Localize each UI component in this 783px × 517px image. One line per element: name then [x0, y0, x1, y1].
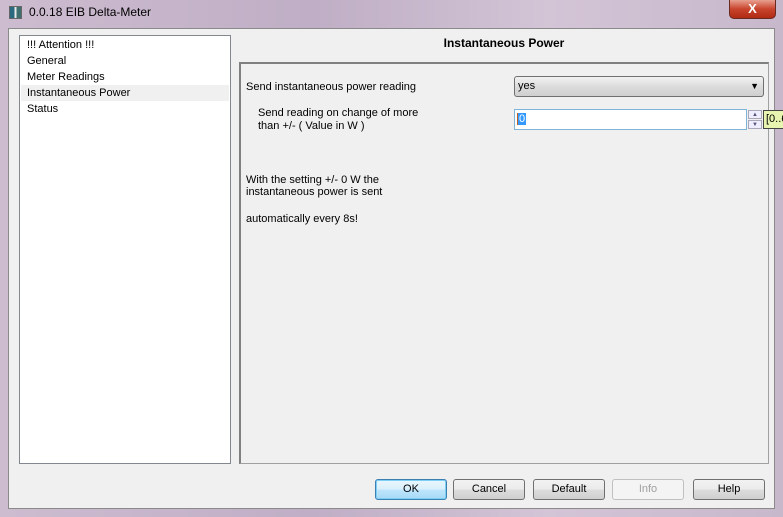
page-title: Instantaneous Power — [443, 36, 565, 50]
window-title: 0.0.18 EIB Delta-Meter — [29, 5, 152, 19]
info-button[interactable]: Info — [612, 479, 684, 500]
send-reading-value: yes — [518, 80, 536, 92]
chevron-down-icon: ▼ — [750, 81, 759, 91]
change-threshold-input[interactable]: 0 — [514, 109, 747, 130]
send-reading-label: Send instantaneous power reading — [246, 81, 417, 93]
info-text-line1: With the setting +/- 0 W the — [246, 174, 379, 186]
tree-item-status[interactable]: Status — [21, 101, 229, 117]
parameter-tree: !!! Attention !!! General Meter Readings… — [19, 35, 231, 464]
title-bar: 0.0.18 EIB Delta-Meter X — [0, 0, 783, 28]
help-button[interactable]: Help — [693, 479, 765, 500]
change-label-line1: Send reading on change of more — [258, 107, 419, 119]
tree-item-attention[interactable]: !!! Attention !!! — [21, 37, 229, 53]
change-label-line2: than +/- ( Value in W ) — [258, 120, 365, 132]
tree-item-meter-readings[interactable]: Meter Readings — [21, 69, 229, 85]
change-threshold-value: 0 — [517, 113, 527, 125]
spin-down-button[interactable]: ▼ — [748, 120, 762, 129]
cancel-button[interactable]: Cancel — [453, 479, 525, 500]
app-icon — [9, 6, 22, 19]
spin-up-button[interactable]: ▲ — [748, 110, 762, 119]
range-tooltip: [0..6 — [763, 110, 783, 129]
send-reading-dropdown[interactable]: yes ▼ — [514, 76, 764, 97]
close-button[interactable]: X — [729, 0, 776, 19]
ok-button[interactable]: OK — [375, 479, 447, 500]
tree-item-general[interactable]: General — [21, 53, 229, 69]
info-text-line2: instantaneous power is sent — [246, 186, 383, 198]
default-button[interactable]: Default — [533, 479, 605, 500]
info-text-line3: automatically every 8s! — [246, 213, 358, 225]
tree-item-instantaneous-power[interactable]: Instantaneous Power — [21, 85, 229, 101]
